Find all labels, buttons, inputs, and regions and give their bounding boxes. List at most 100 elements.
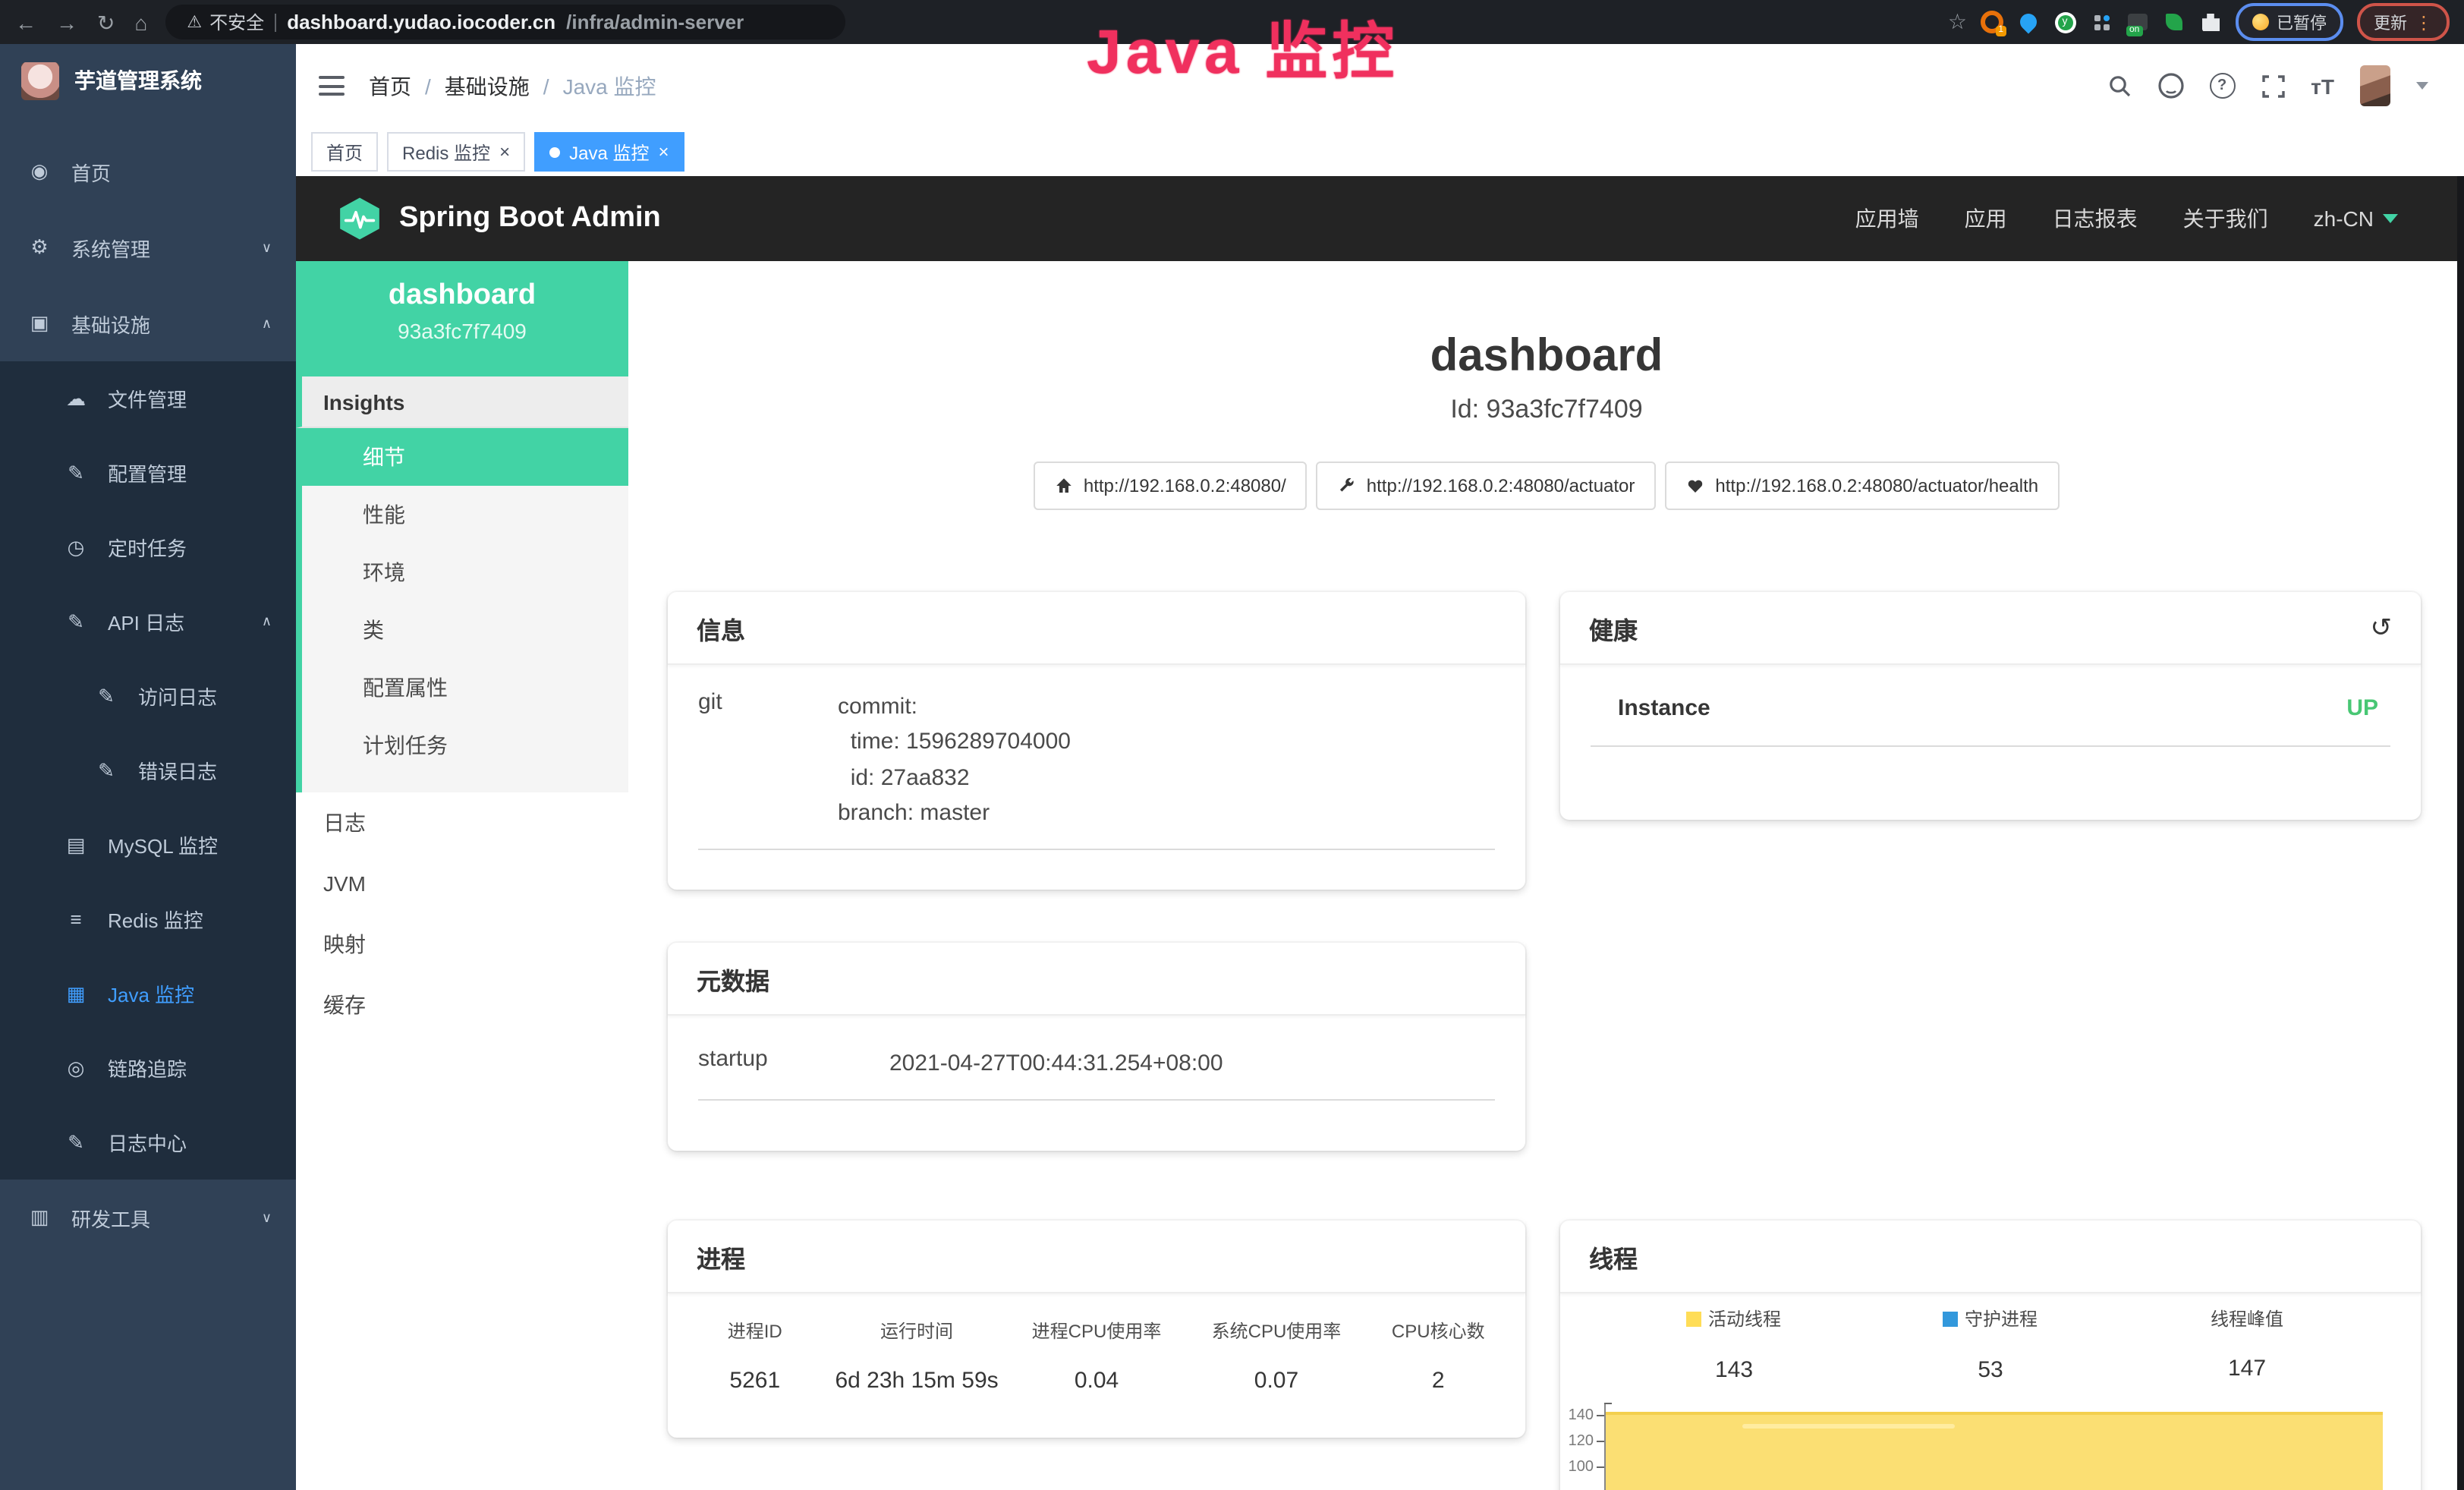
health-url-button[interactable]: http://192.168.0.2:48080/actuator/health — [1665, 461, 2060, 510]
sba-nav-journal[interactable]: 日志报表 — [2053, 203, 2138, 234]
hamburger-icon[interactable] — [319, 76, 345, 96]
back-icon[interactable]: ← — [15, 11, 36, 33]
reload-icon[interactable]: ↻ — [97, 11, 115, 33]
extension-leaf-icon[interactable] — [2163, 11, 2186, 33]
bookmark-star-icon[interactable]: ☆ — [1948, 9, 1967, 35]
update-browser-button[interactable]: 更新 ⋮ — [2357, 3, 2450, 41]
sba-navbar: Spring Boot Admin 应用墙 应用 日志报表 关于我们 zh-CN — [296, 176, 2464, 261]
breadcrumb-separator: / — [425, 74, 431, 98]
menu-item-metrics[interactable]: 性能 — [302, 486, 628, 543]
sidebar-item-system[interactable]: ⚙ 系统管理 ∨ — [0, 209, 296, 285]
monitor-icon: ▣ — [27, 311, 52, 335]
menu-item-caches[interactable]: 缓存 — [296, 975, 628, 1035]
sidebar-item-config[interactable]: ✎ 配置管理 — [0, 436, 296, 510]
sidebar-item-redis[interactable]: ≡ Redis 监控 — [0, 882, 296, 956]
process-col-process-cpu: 进程CPU使用率 — [1007, 1318, 1187, 1344]
sidebar-item-infra[interactable]: ▣ 基础设施 ∧ — [0, 285, 296, 361]
sidebar-item-error-log[interactable]: ✎ 错误日志 — [0, 733, 296, 808]
legend-daemon-threads: 守护进程 — [1943, 1306, 2038, 1331]
sba-nav-wallboard[interactable]: 应用墙 — [1855, 203, 1919, 234]
extension-pin-icon[interactable] — [2017, 11, 2040, 33]
health-card: 健康 ↺ Instance UP — [1560, 592, 2421, 820]
menu-item-logs[interactable]: 日志 — [296, 792, 628, 853]
app-logo — [21, 61, 59, 99]
security-warning[interactable]: ⚠ 不安全 — [187, 9, 264, 35]
paused-extension-badge[interactable]: 已暂停 — [2236, 3, 2343, 41]
user-avatar[interactable] — [2360, 65, 2390, 106]
history-icon[interactable]: ↺ — [2371, 613, 2393, 643]
instance-main: dashboard Id: 93a3fc7f7409 http://192.16… — [628, 261, 2464, 1490]
menu-item-details[interactable]: 细节 — [302, 428, 628, 486]
actuator-url-button[interactable]: http://192.168.0.2:48080/actuator — [1317, 461, 1657, 510]
url-path: /infra/admin-server — [566, 11, 744, 33]
home-icon[interactable]: ⌂ — [134, 11, 147, 33]
sidebar-item-job[interactable]: ◷ 定时任务 — [0, 510, 296, 584]
process-col-uptime: 运行时间 — [827, 1318, 1007, 1344]
github-icon[interactable] — [2157, 73, 2183, 99]
instance-id: 93a3fc7f7409 — [296, 319, 628, 343]
sidebar-item-trace[interactable]: ◎ 链路追踪 — [0, 1031, 296, 1105]
app-logo-row[interactable]: 芋道管理系统 — [0, 44, 296, 117]
breadcrumb-separator: / — [543, 74, 549, 98]
process-col-cores: CPU核心数 — [1366, 1318, 1510, 1344]
menu-item-scheduled-tasks[interactable]: 计划任务 — [302, 717, 628, 774]
close-icon[interactable]: × — [499, 143, 510, 161]
process-val-uptime: 6d 23h 15m 59s — [827, 1368, 1007, 1394]
menu-item-mappings[interactable]: 映射 — [296, 914, 628, 975]
extension-orange-icon[interactable]: 1 — [1981, 11, 2003, 33]
service-url-button[interactable]: http://192.168.0.2:48080/ — [1034, 461, 1308, 510]
chevron-down-icon: ∨ — [262, 1209, 272, 1226]
lang-caret-icon — [2383, 214, 2398, 223]
close-icon[interactable]: × — [658, 143, 669, 161]
font-size-icon[interactable]: тT — [2311, 74, 2334, 98]
sba-logo-icon[interactable] — [337, 196, 382, 241]
instance-header: dashboard 93a3fc7f7409 — [296, 261, 628, 376]
search-icon[interactable] — [2107, 74, 2132, 98]
tab-java[interactable]: Java 监控 × — [534, 132, 684, 172]
avatar-caret-icon[interactable] — [2416, 82, 2428, 90]
tab-redis[interactable]: Redis 监控 × — [387, 132, 525, 172]
sba-nav-about[interactable]: 关于我们 — [2183, 203, 2268, 234]
update-label: 更新 — [2374, 10, 2407, 34]
process-col-pid: 进程ID — [683, 1318, 827, 1344]
breadcrumb-home[interactable]: 首页 — [369, 71, 411, 101]
breadcrumb-infra[interactable]: 基础设施 — [445, 71, 530, 101]
fullscreen-icon[interactable] — [2261, 74, 2285, 98]
database-icon: ▤ — [64, 833, 88, 857]
sidebar-item-java[interactable]: ▦ Java 监控 — [0, 956, 296, 1031]
divider — [698, 1100, 1495, 1101]
sidebar-item-dev-tools[interactable]: ▥ 研发工具 ∨ — [0, 1180, 296, 1255]
health-card-title: 健康 — [1589, 610, 1638, 646]
chevron-up-icon: ∧ — [262, 315, 272, 332]
metadata-startup-label: startup — [698, 1046, 889, 1082]
menu-item-classes[interactable]: 类 — [302, 601, 628, 659]
sidebar-item-home[interactable]: ◉ 首页 — [0, 134, 296, 209]
extension-puzzle-icon[interactable] — [2199, 11, 2222, 33]
forward-icon[interactable]: → — [56, 11, 77, 33]
menu-item-config-props[interactable]: 配置属性 — [302, 659, 628, 717]
sba-brand[interactable]: Spring Boot Admin — [399, 202, 661, 235]
sidebar-item-mysql[interactable]: ▤ MySQL 监控 — [0, 808, 296, 882]
sba-nav-applications[interactable]: 应用 — [1965, 203, 2007, 234]
log-edit-icon: ✎ — [94, 758, 118, 783]
sidebar-item-log-center[interactable]: ✎ 日志中心 — [0, 1105, 296, 1180]
extension-grid-icon[interactable] — [2090, 11, 2113, 33]
help-icon[interactable]: ? — [2209, 73, 2235, 99]
sidebar-item-access-log[interactable]: ✎ 访问日志 — [0, 659, 296, 733]
menu-item-environment[interactable]: 环境 — [302, 543, 628, 601]
language-selector[interactable]: zh-CN — [2314, 206, 2398, 231]
extension-green-circle-icon[interactable]: y — [2053, 11, 2076, 33]
app-sidebar: 芋道管理系统 ◉ 首页 ⚙ 系统管理 ∨ ▣ 基础设施 ∧ ☁ 文件管理 — [0, 44, 296, 1490]
sidebar-item-file[interactable]: ☁ 文件管理 — [0, 361, 296, 436]
process-val-cores: 2 — [1366, 1368, 1510, 1394]
briefcase-icon: ▥ — [27, 1205, 52, 1230]
extension-on-icon[interactable]: on — [2126, 11, 2149, 33]
tab-home[interactable]: 首页 — [311, 132, 378, 172]
sidebar-item-api-log[interactable]: ✎ API 日志 ∧ — [0, 584, 296, 659]
chrome-menu-icon[interactable]: ⋮ — [2415, 11, 2433, 33]
page-scrollbar[interactable] — [2457, 176, 2464, 1490]
chevron-down-icon: ∨ — [262, 239, 272, 256]
address-bar[interactable]: ⚠ 不安全 dashboard.yudao.iocoder.cn/infra/a… — [165, 5, 845, 39]
page-subtitle: Id: 93a3fc7f7409 — [628, 395, 2464, 425]
menu-item-jvm[interactable]: JVM — [296, 853, 628, 914]
